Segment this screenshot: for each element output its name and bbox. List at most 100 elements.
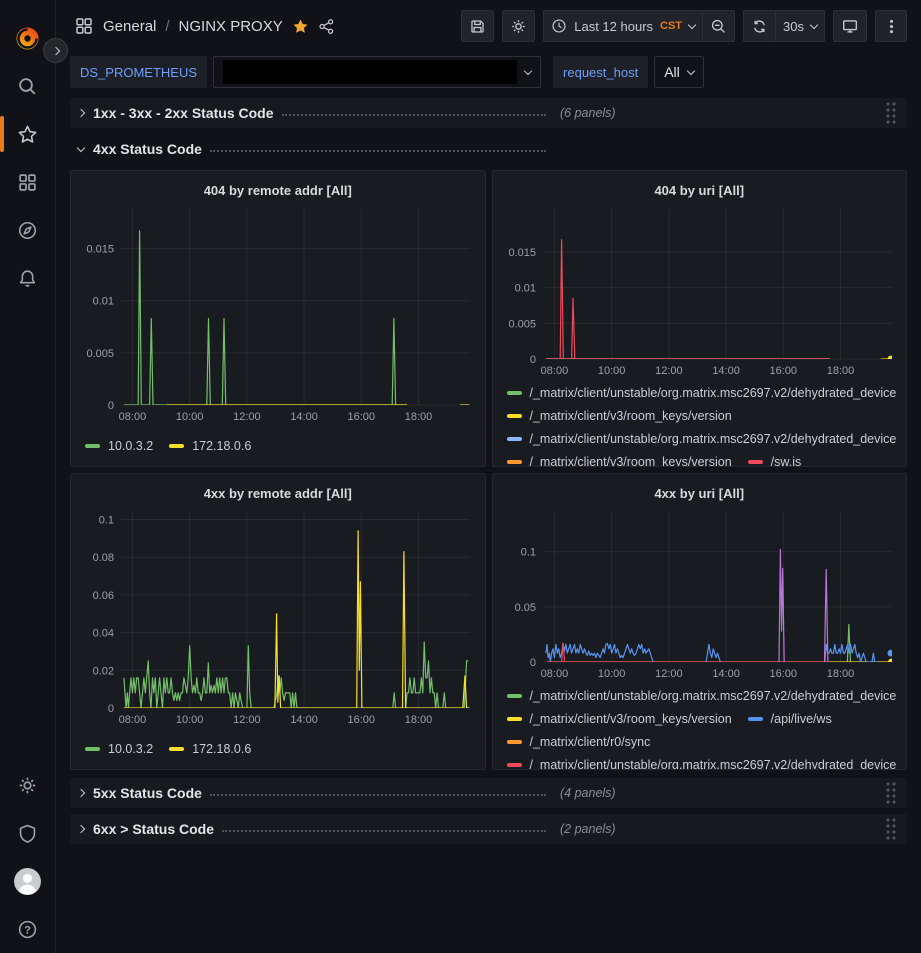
row-drag-handle[interactable] [885,781,897,805]
legend-item[interactable]: /_matrix/client/r0/sync [507,731,651,752]
legend-label: /_matrix/client/unstable/org.matrix.msc2… [530,432,897,446]
legend-item[interactable]: /_matrix/client/unstable/org.matrix.msc2… [507,382,897,403]
zoom-out-button[interactable] [703,10,735,42]
time-controls: Last 12 hours CST [543,10,735,42]
sidebar-item-configuration[interactable] [0,761,56,809]
row-drag-handle[interactable] [885,101,897,125]
timeseries-plot[interactable]: 00.050.108:0010:0012:0014:0016:0018:00 [501,506,899,685]
svg-text:16:00: 16:00 [769,365,797,377]
legend-swatch [169,444,184,448]
datasource-select[interactable] [213,56,541,88]
svg-text:0.04: 0.04 [93,628,114,640]
clock-icon [551,18,567,34]
legend-swatch [507,694,522,698]
row-header-1xx-3xx-2xx[interactable]: 1xx - 3xx - 2xx Status Code (6 panels) [70,98,907,128]
sidebar-item-server-admin[interactable] [0,809,56,857]
breadcrumb-section[interactable]: General [103,18,156,35]
panel-404-by-remote-addr: 404 by remote addr [All] 00.0050.010.015… [70,170,486,467]
legend-item[interactable]: /_matrix/client/v3/room_keys/version [507,451,732,467]
share-icon[interactable] [318,18,335,35]
request-host-select[interactable]: All [654,56,704,88]
chevron-down-icon [687,66,695,74]
time-range-label: Last 12 hours [574,19,653,34]
gear-icon [17,775,38,796]
kebab-menu-button[interactable] [875,10,907,42]
refresh-button[interactable] [743,10,776,42]
variable-label-host: request_host [553,56,648,88]
panel-404-by-uri: 404 by uri [All] 00.0050.010.01508:0010:… [492,170,908,467]
svg-text:08:00: 08:00 [540,365,568,377]
chevron-right-icon [77,109,85,117]
row-dotted-leader [222,830,546,832]
panel-title[interactable]: 404 by uri [All] [501,177,899,203]
time-range-button[interactable]: Last 12 hours CST [543,10,703,42]
dashboard-canvas: 1xx - 3xx - 2xx Status Code (6 panels) 4… [56,92,921,953]
svg-text:0.08: 0.08 [93,552,114,564]
legend-item[interactable]: /api/live/ws [748,708,832,729]
legend-swatch [507,717,522,721]
timeseries-plot[interactable]: 00.0050.010.01508:0010:0012:0014:0016:00… [79,203,477,428]
compass-icon [17,220,38,241]
legend-item[interactable]: /sw.js [748,451,802,467]
sidebar-item-starred[interactable] [0,110,56,158]
row-header-6xx[interactable]: 6xx > Status Code (2 panels) [70,814,907,844]
dashboard-settings-button[interactable] [502,10,535,42]
row-header-4xx[interactable]: 4xx Status Code [70,134,907,164]
panel-title[interactable]: 4xx by remote addr [All] [79,480,477,506]
sidebar-item-help[interactable]: ? [0,905,56,953]
sidebar-item-profile[interactable] [0,857,56,905]
legend-label: /_matrix/client/unstable/org.matrix.msc2… [530,386,897,400]
legend-label: /_matrix/client/r0/sync [530,735,651,749]
row-header-5xx[interactable]: 5xx Status Code (4 panels) [70,778,907,808]
grafana-app: ? General / NGINX PROXY [0,0,921,953]
sidebar-item-alerting[interactable] [0,254,56,302]
save-dashboard-button[interactable] [461,10,494,42]
legend-item[interactable]: /_matrix/client/unstable/org.matrix.msc2… [507,685,897,706]
svg-text:0.015: 0.015 [508,247,536,259]
legend-item[interactable]: /_matrix/client/unstable/org.matrix.msc2… [507,428,897,449]
row-dotted-leader [282,114,546,116]
svg-text:16:00: 16:00 [348,411,376,423]
legend-item[interactable]: 10.0.3.2 [85,435,153,456]
monitor-icon [841,17,859,35]
refresh-interval-select[interactable]: 30s [776,10,825,42]
legend-item[interactable]: 10.0.3.2 [85,738,153,759]
refresh-icon [751,18,768,35]
svg-text:16:00: 16:00 [348,714,376,726]
svg-text:12:00: 12:00 [655,365,683,377]
panel-title[interactable]: 4xx by uri [All] [501,480,899,506]
svg-text:08:00: 08:00 [119,411,147,423]
favorite-star-icon[interactable] [292,18,309,35]
svg-text:18:00: 18:00 [826,365,854,377]
expand-sidebar-button[interactable] [43,38,68,63]
chevron-right-icon [77,789,85,797]
legend-item[interactable]: /_matrix/client/v3/room_keys/version [507,708,732,729]
tv-mode-button[interactable] [833,10,867,42]
legend-item[interactable]: 172.18.0.6 [169,435,251,456]
panel-title[interactable]: 404 by remote addr [All] [79,177,477,203]
variable-label-ds: DS_PROMETHEUS [70,56,207,88]
panel-4xx-by-uri: 4xx by uri [All] 00.050.108:0010:0012:00… [492,473,908,770]
sidebar-item-dashboards[interactable] [0,158,56,206]
svg-text:10:00: 10:00 [597,668,625,680]
svg-text:0.015: 0.015 [86,244,114,256]
legend-item[interactable]: /_matrix/client/v3/room_keys/version [507,405,732,426]
row-panel-count: (2 panels) [560,822,616,836]
breadcrumb-title[interactable]: NGINX PROXY [179,18,283,35]
row-left: 5xx Status Code [78,785,546,801]
timeseries-plot[interactable]: 00.020.040.060.080.108:0010:0012:0014:00… [79,506,477,731]
legend-item[interactable]: 172.18.0.6 [169,738,251,759]
legend-label: 10.0.3.2 [108,742,153,756]
search-icon [17,76,38,97]
timezone-label: CST [660,20,682,32]
legend-label: /_matrix/client/v3/room_keys/version [530,409,732,423]
timeseries-plot[interactable]: 00.0050.010.01508:0010:0012:0014:0016:00… [501,203,899,382]
legend-item[interactable]: /_matrix/client/unstable/org.matrix.msc2… [507,754,897,770]
breadcrumb-separator: / [165,18,169,35]
chevron-down-icon [77,143,85,151]
sidebar-item-explore[interactable] [0,206,56,254]
sidebar-item-search[interactable] [0,62,56,110]
row-drag-handle[interactable] [885,817,897,841]
row-title: 6xx > Status Code [93,821,214,837]
row-dotted-leader [210,150,546,152]
